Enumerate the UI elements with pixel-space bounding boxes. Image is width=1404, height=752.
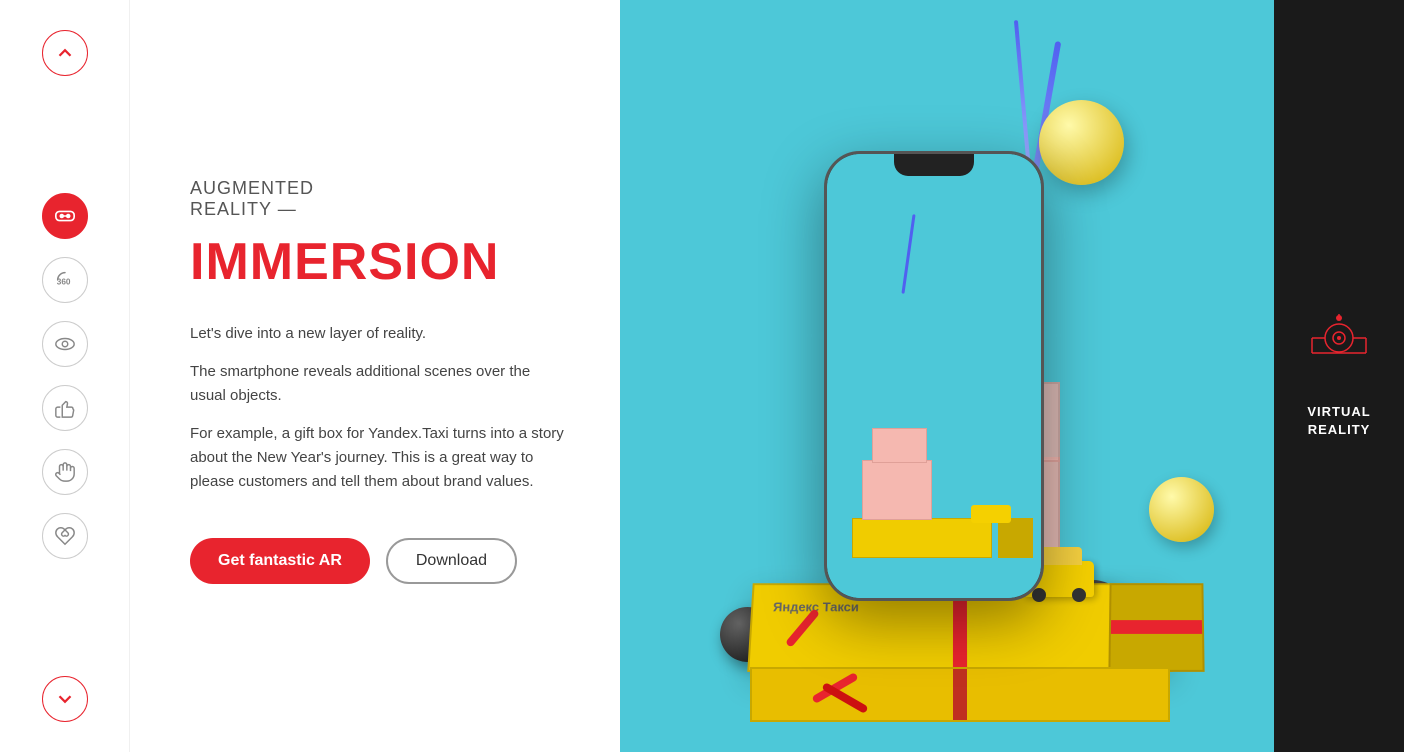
- vr-section-icon: [1304, 313, 1374, 383]
- main-content: AUGMENTED REALITY — IMMERSION Let's dive…: [130, 0, 620, 752]
- page-title: IMMERSION: [190, 232, 570, 292]
- download-button[interactable]: Download: [386, 538, 517, 584]
- nav-down-button[interactable]: [42, 676, 88, 722]
- yandex-box-side: [1108, 583, 1204, 672]
- description-3: For example, a gift box for Yandex.Taxi …: [190, 422, 570, 494]
- sidebar-item-thumbsup[interactable]: [42, 385, 88, 431]
- phone-notch: [894, 154, 974, 176]
- svg-text:360: 360: [56, 278, 70, 287]
- hero-area: Яндекс Такси: [620, 0, 1274, 752]
- get-ar-button[interactable]: Get fantastic AR: [190, 538, 370, 584]
- action-buttons: Get fantastic AR Download: [190, 538, 570, 584]
- sidebar-nav: 360: [42, 193, 88, 559]
- sidebar-item-360[interactable]: 360: [42, 257, 88, 303]
- sidebar-item-vr-goggles[interactable]: [42, 193, 88, 239]
- nav-up-button[interactable]: [42, 30, 88, 76]
- sidebar-item-eye[interactable]: [42, 321, 88, 367]
- phone-mockup: [824, 151, 1044, 601]
- description-1: Let's dive into a new layer of reality.: [190, 322, 570, 346]
- sphere-yellow-large: [1039, 100, 1124, 185]
- description-2: The smartphone reveals additional scenes…: [190, 360, 570, 408]
- right-panel: VIRTUAL REALITY: [1274, 0, 1404, 752]
- yandex-box-front: [750, 667, 1170, 722]
- sidebar-item-hand[interactable]: [42, 449, 88, 495]
- sphere-yellow-small: [1149, 477, 1214, 542]
- phone-screen: [827, 154, 1041, 598]
- vr-label: VIRTUAL REALITY: [1307, 403, 1370, 439]
- subtitle: AUGMENTED REALITY —: [190, 178, 570, 220]
- sidebar: 360: [0, 0, 130, 752]
- ribbon-2: [1014, 20, 1030, 160]
- sidebar-item-handshake[interactable]: [42, 513, 88, 559]
